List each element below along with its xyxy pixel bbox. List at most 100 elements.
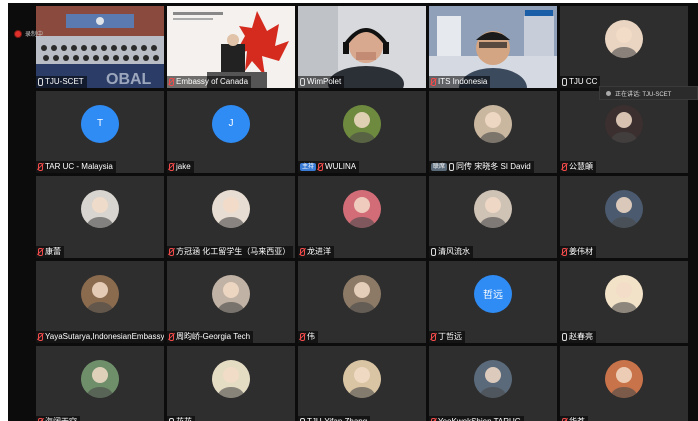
participant-name: Embassy of Canada <box>176 77 249 86</box>
participant-avatar: T <box>81 104 119 143</box>
name-label: 姜伟材 <box>560 246 596 258</box>
participant-tile[interactable]: 公慧頔 <box>560 91 688 173</box>
participant-tile[interactable]: 方冠涵 化工留学生（马来西亚） <box>167 176 295 258</box>
participant-avatar <box>605 19 643 58</box>
mic-muted-icon <box>38 248 43 256</box>
participant-tile[interactable]: 周昀峤-Georgia Tech <box>167 261 295 343</box>
participant-tile[interactable]: 华茗 <box>560 346 688 421</box>
mic-icon <box>38 78 43 86</box>
participant-tile[interactable]: 赵春亮 <box>560 261 688 343</box>
participant-avatar <box>81 274 119 313</box>
recording-label: 录制中 <box>25 32 44 38</box>
participant-avatar <box>605 359 643 398</box>
mic-muted-icon <box>318 163 324 171</box>
svg-text:OBAL: OBAL <box>106 71 152 88</box>
participant-avatar <box>343 104 381 143</box>
name-label: 联席 同传 宋晓冬 SI David <box>429 161 534 173</box>
participant-tile[interactable]: 主持 WULINA <box>298 91 426 173</box>
participant-name: 花花 <box>176 416 192 421</box>
participant-name: 清风流水 <box>438 247 470 256</box>
participant-tile[interactable]: TJU CC <box>560 6 688 88</box>
participant-avatar <box>605 189 643 228</box>
participant-name: 姜伟材 <box>569 247 593 256</box>
mic-muted-icon <box>169 333 174 341</box>
participant-avatar <box>343 274 381 313</box>
participant-name: 龙进洋 <box>307 247 331 256</box>
participant-name: 同传 宋晓冬 SI David <box>456 162 531 171</box>
participant-tile[interactable]: 康蕾 <box>36 176 164 258</box>
speaking-indicator: 正在讲话: TJU-SCET <box>599 86 698 100</box>
participant-name: 公慧頔 <box>569 162 593 171</box>
participant-name: 华茗 <box>569 416 585 421</box>
name-label: Embassy of Canada <box>167 76 252 88</box>
participant-name: jake <box>176 162 191 171</box>
participant-name: 方冠涵 化工留学生（马来西亚） <box>176 247 291 256</box>
participant-avatar <box>474 189 512 228</box>
recording-indicator[interactable]: 录制中 <box>14 29 43 38</box>
mic-muted-icon <box>38 333 43 341</box>
participant-tile[interactable]: 姜伟材 <box>560 176 688 258</box>
participant-name: 海阔天空 <box>45 416 77 421</box>
participant-avatar <box>81 359 119 398</box>
participant-tile[interactable]: YayaSutarya,IndonesianEmbassy <box>36 261 164 343</box>
participant-tile[interactable]: 龙进洋 <box>298 176 426 258</box>
mic-muted-icon <box>300 333 305 341</box>
participant-avatar <box>212 359 250 398</box>
name-label: TJU CC <box>560 76 601 88</box>
participant-tile[interactable]: T TAR UC - Malaysia <box>36 91 164 173</box>
participant-avatar: J <box>212 104 250 143</box>
participant-avatar <box>343 359 381 398</box>
mic-icon <box>562 78 567 86</box>
participant-avatar <box>605 274 643 313</box>
name-label: 赵春亮 <box>560 331 596 343</box>
participant-tile[interactable]: ITS Indonesia <box>429 6 557 88</box>
participant-tile[interactable]: 海阔天空 <box>36 346 164 421</box>
participant-avatar: 哲远 <box>474 274 512 313</box>
participant-tile[interactable]: 哲远丁哲远 <box>429 261 557 343</box>
participant-avatar <box>212 189 250 228</box>
participant-name: WimPolet <box>307 77 342 86</box>
name-label: 海阔天空 <box>36 416 80 421</box>
speaking-label: 正在讲话: TJU-SCET <box>615 91 672 98</box>
participant-name: TJU CC <box>569 77 598 86</box>
role-badge: 主持 <box>300 163 317 171</box>
participant-avatar <box>474 359 512 398</box>
name-label: 花花 <box>167 416 195 421</box>
mic-muted-icon <box>562 163 567 171</box>
name-label: 龙进洋 <box>298 246 334 258</box>
mic-muted-icon <box>431 333 436 341</box>
participant-name: 伟 <box>307 332 315 341</box>
speaker-icon <box>606 90 611 96</box>
name-label: TAR UC - Malaysia <box>36 161 116 173</box>
mic-muted-icon <box>169 248 174 256</box>
participant-name: WULINA <box>325 162 357 171</box>
mic-icon <box>449 163 455 171</box>
participant-tile[interactable]: Jjake <box>167 91 295 173</box>
participant-avatar <box>343 189 381 228</box>
participant-tile[interactable]: Embassy of Canada <box>167 6 295 88</box>
participant-name: YeoKwokShien TARUC <box>438 416 521 421</box>
name-label: TJU-SCET <box>36 76 87 88</box>
participant-tile[interactable]: OBAL TJU-SCET <box>36 6 164 88</box>
participant-tile[interactable]: 清风流水 <box>429 176 557 258</box>
participant-tile[interactable]: YeoKwokShien TARUC <box>429 346 557 421</box>
name-label: 丁哲远 <box>429 331 465 343</box>
name-label: jake <box>167 161 194 173</box>
name-label: 公慧頔 <box>560 161 596 173</box>
participant-name: TAR UC - Malaysia <box>45 162 113 171</box>
name-label: YeoKwokShien TARUC <box>429 416 524 421</box>
participant-name: 周昀峤-Georgia Tech <box>176 332 251 341</box>
mic-muted-icon <box>431 78 436 86</box>
participant-tile[interactable]: TJU-Yifan Zhang <box>298 346 426 421</box>
participant-name: YayaSutarya,IndonesianEmbassy <box>45 332 164 341</box>
participant-tile[interactable]: 花花 <box>167 346 295 421</box>
participant-tile[interactable]: WimPolet <box>298 6 426 88</box>
participant-tile[interactable]: 伟 <box>298 261 426 343</box>
participant-avatar <box>81 189 119 228</box>
participant-avatar <box>474 104 512 143</box>
participant-tile[interactable]: 联席 同传 宋晓冬 SI David <box>429 91 557 173</box>
name-label: 清风流水 <box>429 246 473 258</box>
name-label: 伟 <box>298 331 318 343</box>
name-label: 康蕾 <box>36 246 64 258</box>
name-label: 华茗 <box>560 416 588 421</box>
